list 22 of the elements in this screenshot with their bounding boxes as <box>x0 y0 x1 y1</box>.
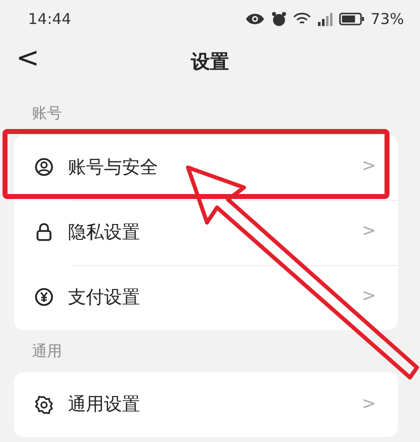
section-label: 账号 <box>31 103 63 124</box>
battery-icon <box>338 12 365 26</box>
section-label: 通用 <box>31 340 63 362</box>
wifi-icon <box>292 12 311 26</box>
back-button[interactable]: < <box>10 42 46 74</box>
chevron: > <box>362 392 376 416</box>
settings-item[interactable]: 通用设置 > <box>14 372 398 437</box>
yen-icon <box>34 287 54 307</box>
page-title: 设置 <box>191 50 229 75</box>
chevron: > <box>362 285 376 308</box>
settings-item[interactable]: 隐私设置 > <box>14 200 398 264</box>
user-icon <box>34 157 54 177</box>
chevron: > <box>362 155 376 178</box>
chevron: > <box>362 220 376 244</box>
settings-icon <box>34 394 54 414</box>
signal-icon <box>316 12 333 26</box>
settings-item[interactable]: 账号与安全 > <box>14 134 398 200</box>
battery-percent: 73% <box>370 8 404 30</box>
lock-icon <box>34 222 54 242</box>
settings-item[interactable]: 支付设置 > <box>14 264 398 330</box>
eye-icon <box>244 12 265 26</box>
status-time: 14:44 <box>28 8 72 30</box>
